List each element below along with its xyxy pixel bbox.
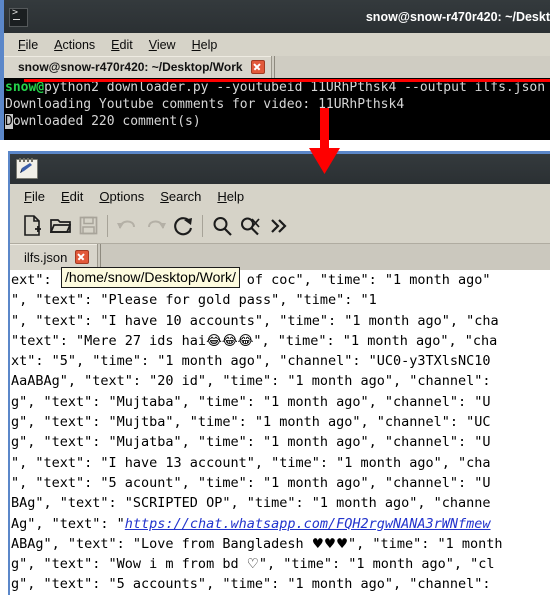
editor-text-line: AaABAg", "text": "20 id", "time": "1 mon…: [11, 371, 550, 391]
menu-actions[interactable]: Actions: [46, 37, 103, 53]
text-run: "text": "Mere 27 ids hai: [11, 332, 207, 349]
editor-text-line: xt": "5", "time": "1 month ago", "channe…: [11, 351, 550, 371]
overflow-chevron-icon[interactable]: [264, 212, 292, 240]
toolbar-separator: [107, 214, 108, 237]
editor-titlebar[interactable]: [10, 154, 550, 184]
terminal-tab[interactable]: snow@snow-r470r420: ~/Desktop/Work: [4, 56, 272, 78]
new-file-icon[interactable]: [18, 212, 46, 240]
text-run: BAg", "text": "SCRIPTED OP", "time": "1 …: [11, 495, 491, 512]
close-icon[interactable]: [75, 250, 90, 264]
menu-edit[interactable]: Edit: [53, 188, 91, 205]
editor-text-line: g", "text": "5 accounts", "time": "1 mon…: [11, 574, 550, 594]
terminal-tabbar-empty: [273, 56, 550, 78]
shell-prompt: snow@: [5, 80, 45, 95]
terminal-icon: [9, 7, 28, 27]
open-file-icon[interactable]: [46, 212, 74, 240]
editor-text-line: BAg", "text": "SCRIPTED OP", "time": "1 …: [11, 493, 550, 513]
terminal-output[interactable]: snow@python2 downloader.py --youtubeid 1…: [4, 78, 550, 140]
menu-view[interactable]: View: [141, 37, 184, 53]
text-run: g", "text": "Mujtba", "time": "1 month a…: [11, 414, 491, 431]
editor-text-line: g", "text": "Mujtba", "time": "1 month a…: [11, 412, 550, 432]
editor-tab-label: ilfs.json: [24, 249, 68, 265]
editor-text-line: g", "text": "Mujtaba", "time": "1 month …: [11, 392, 550, 412]
save-file-icon: [74, 212, 102, 240]
emoji-glyphs: ♥♥♥: [311, 535, 349, 552]
screen: snow@snow-r470r420: ~/Deskt File Actions…: [0, 0, 550, 595]
editor-text-line: ", "text": "5 acount", "time": "1 month …: [11, 473, 550, 493]
redo-icon: [141, 212, 169, 240]
terminal-window: snow@snow-r470r420: ~/Deskt File Actions…: [0, 0, 550, 140]
terminal-cursor: D: [5, 114, 13, 129]
editor-text-line: ", "text": "Please for gold pass", "time…: [11, 290, 550, 310]
undo-icon: [113, 212, 141, 240]
editor-text-line: ", "text": "I have 10 accounts", "time":…: [11, 311, 550, 331]
text-run: ", "time": "1 month ago", "cl: [258, 556, 495, 573]
editor-text-area[interactable]: ext": "I have only 3 account of coc", "t…: [10, 270, 550, 595]
text-run: AaABAg", "text": "20 id", "time": "1 mon…: [11, 373, 499, 390]
search-icon[interactable]: [208, 212, 236, 240]
text-run: g", "text": "Wow i m from bd: [11, 556, 247, 573]
menu-help[interactable]: Help: [209, 188, 252, 205]
editor-text-line: Ag", "text": "https://chat.whatsapp.com/…: [11, 514, 550, 534]
reload-icon[interactable]: [169, 212, 197, 240]
path-tooltip: /home/snow/Desktop/Work/: [61, 267, 240, 288]
terminal-tab-label: snow@snow-r470r420: ~/Desktop/Work: [18, 60, 243, 74]
terminal-output-line: Downloaded 220 comment(s): [5, 114, 201, 129]
editor-text-line: ", "text": "I have 13 account", "time": …: [11, 453, 550, 473]
editor-text-line: g", "text": "Mujatba", "time": "1 month …: [11, 432, 550, 452]
text-run: g", "text": "5 accounts", "time": "1 mon…: [11, 576, 499, 593]
menu-help[interactable]: Help: [184, 37, 226, 53]
find-replace-icon[interactable]: [236, 212, 264, 240]
text-run: ", "time": "1 month: [348, 535, 503, 552]
menu-options[interactable]: Options: [91, 188, 152, 205]
menu-search[interactable]: Search: [152, 188, 209, 205]
text-run: ", "text": "Please for gold pass", "time…: [11, 292, 385, 309]
emoji-glyphs: ♡: [246, 556, 259, 573]
editor-text-line: g", "text": "Wow i m from bd ♡", "time":…: [11, 554, 550, 574]
terminal-title: snow@snow-r470r420: ~/Deskt: [365, 9, 550, 24]
shell-command: python2 downloader.py --youtubeid 11URhP…: [44, 80, 546, 95]
red-down-arrow: [309, 108, 340, 174]
terminal-output-line: Downloading Youtube comments for video: …: [5, 97, 405, 112]
text-run: ", "text": "I have 13 account", "time": …: [11, 454, 491, 471]
pen-glyph: [20, 163, 32, 173]
text-run: ", "text": "5 acount", "time": "1 month …: [11, 474, 491, 491]
text-run: g", "text": "Mujtaba", "time": "1 month …: [11, 393, 491, 410]
text-run: ", "text": "I have 10 accounts", "time":…: [11, 312, 499, 329]
terminal-titlebar[interactable]: snow@snow-r470r420: ~/Deskt: [4, 0, 550, 33]
text-run: Ag", "text": ": [11, 515, 125, 532]
menu-file[interactable]: File: [16, 188, 53, 205]
text-editor-window: File Edit Options Search Help ilfs.json …: [0, 151, 550, 595]
editor-menubar: File Edit Options Search Help: [10, 184, 550, 209]
close-icon[interactable]: [250, 60, 265, 74]
menu-file[interactable]: File: [10, 37, 46, 53]
menu-edit[interactable]: Edit: [103, 37, 141, 53]
toolbar-separator: [202, 214, 203, 237]
terminal-menubar: File Actions Edit View Help: [4, 33, 550, 57]
text-run: xt": "5", "time": "1 month ago", "channe…: [11, 353, 491, 370]
emoji-glyphs: 😂😂😂: [206, 332, 254, 349]
editor-toolbar: [10, 208, 550, 244]
text-run: ABAg", "text": "Love from Bangladesh: [11, 535, 312, 552]
text-run: ", "time": "1 month ago", "cha: [253, 332, 498, 349]
desktop-gap: [0, 140, 550, 151]
red-underline-annotation: [24, 79, 550, 82]
editor-text-line: ABAg", "text": "Love from Bangladesh ♥♥♥…: [11, 534, 550, 554]
hyperlink[interactable]: https://chat.whatsapp.com/FQH2rgwNANA3rW…: [125, 516, 491, 532]
text-run: g", "text": "Mujatba", "time": "1 month …: [11, 434, 491, 451]
mousepad-icon: [16, 158, 38, 179]
terminal-tabbar: snow@snow-r470r420: ~/Desktop/Work: [4, 56, 550, 78]
editor-text-line: "text": "Mere 27 ids hai😂😂😂", "time": "1…: [11, 331, 550, 351]
